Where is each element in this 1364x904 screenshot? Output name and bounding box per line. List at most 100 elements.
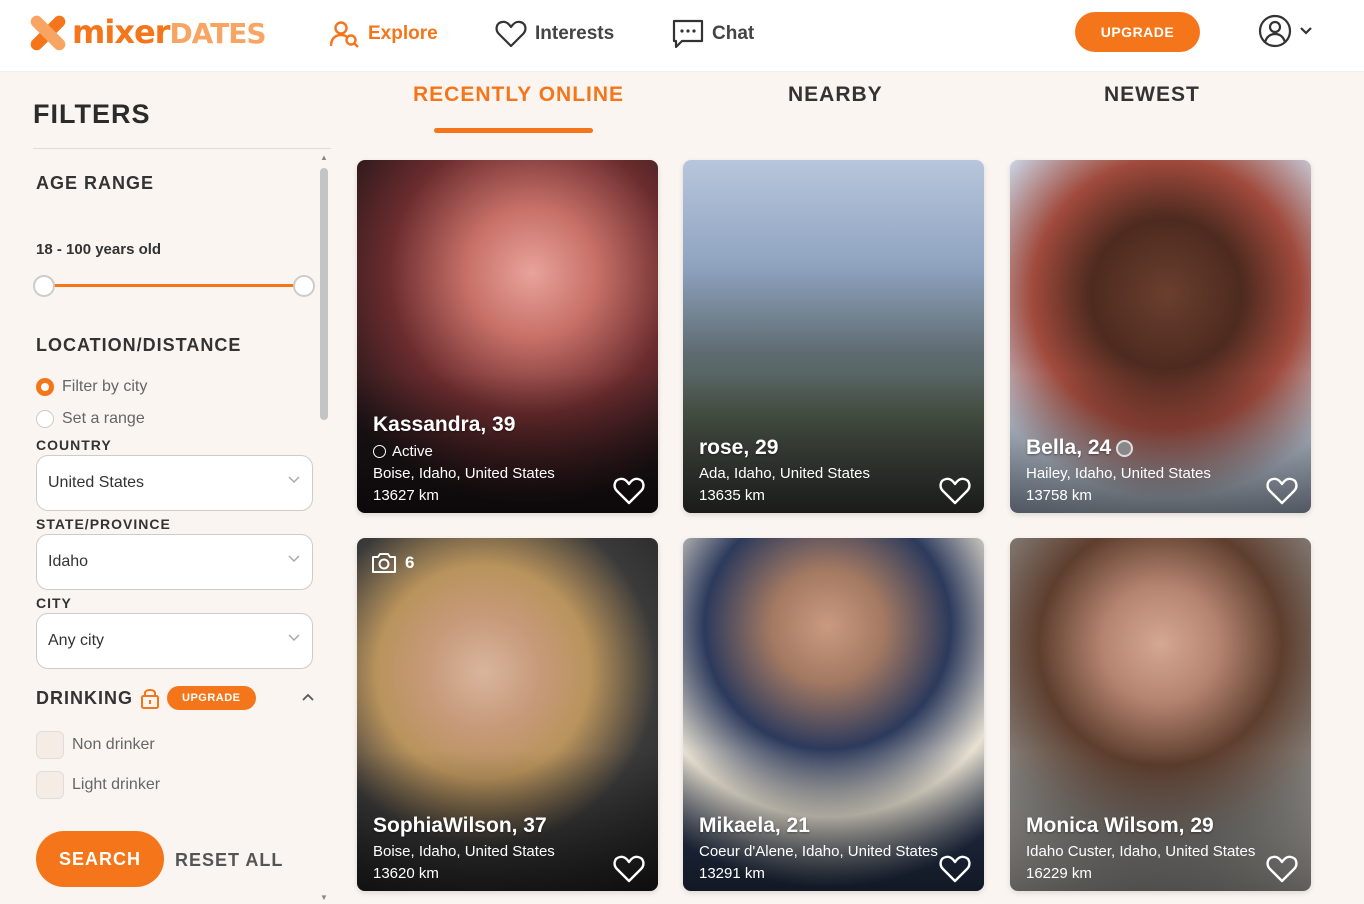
- profile-distance: 13291 km: [699, 865, 765, 882]
- profile-name: Mikaela, 21: [699, 814, 810, 837]
- city-label: CITY: [36, 595, 72, 611]
- nav-explore-label: Explore: [368, 23, 438, 44]
- chat-bubble-icon: [672, 19, 704, 49]
- like-heart-icon[interactable]: [939, 855, 971, 883]
- radio-set-range[interactable]: Set a range: [36, 410, 145, 428]
- radio-set-range-label: Set a range: [62, 410, 145, 427]
- heart-outline-icon: [495, 20, 527, 48]
- explore-user-search-icon: [330, 21, 359, 48]
- divider: [33, 148, 331, 149]
- tab-newest[interactable]: NEWEST: [1104, 83, 1200, 107]
- profile-location: Coeur d'Alene, Idaho, United States: [699, 843, 938, 860]
- chevron-up-icon[interactable]: [302, 693, 314, 701]
- upgrade-button[interactable]: UPGRADE: [1075, 12, 1200, 52]
- profile-name: Bella, 24: [1026, 436, 1134, 460]
- reset-all-button[interactable]: RESET ALL: [175, 850, 283, 871]
- checkbox-box: [36, 731, 64, 759]
- chevron-down-icon: [1300, 27, 1312, 35]
- checkbox-box: [36, 771, 64, 799]
- camera-icon: [372, 553, 396, 573]
- brand-logo[interactable]: mixerDATES: [30, 12, 267, 54]
- chevron-down-icon: [288, 555, 300, 563]
- lock-icon: [141, 689, 159, 709]
- logo-x-icon: [30, 13, 66, 53]
- chevron-down-icon: [288, 476, 300, 484]
- nav-interests[interactable]: Interests: [495, 14, 614, 54]
- profile-card[interactable]: 6 SophiaWilson, 37 Boise, Idaho, United …: [357, 538, 658, 891]
- like-heart-icon[interactable]: [613, 477, 645, 505]
- age-slider-max-handle[interactable]: [293, 275, 315, 297]
- scroll-down-arrow-icon[interactable]: ▼: [320, 893, 328, 902]
- profile-card[interactable]: Bella, 24 Hailey, Idaho, United States 1…: [1010, 160, 1311, 513]
- age-range-value: 18 - 100 years old: [36, 241, 162, 258]
- like-heart-icon[interactable]: [1266, 855, 1298, 883]
- profile-location: Hailey, Idaho, United States: [1026, 465, 1211, 482]
- country-select[interactable]: United States: [36, 455, 313, 511]
- account-menu[interactable]: [1258, 14, 1314, 48]
- profile-distance: 13758 km: [1026, 487, 1092, 504]
- profile-name: rose, 29: [699, 436, 779, 459]
- logo-text: mixerDATES: [72, 13, 267, 51]
- profile-distance: 16229 km: [1026, 865, 1092, 882]
- state-select[interactable]: Idaho: [36, 534, 313, 590]
- country-select-value: United States: [48, 474, 145, 491]
- user-avatar-icon: [1258, 14, 1292, 48]
- state-select-value: Idaho: [48, 553, 89, 570]
- active-tab-indicator: [434, 128, 593, 133]
- nav-chat[interactable]: Chat: [672, 14, 754, 54]
- tab-recently-online[interactable]: RECENTLY ONLINE: [413, 83, 624, 107]
- age-slider-min-handle[interactable]: [33, 275, 55, 297]
- checkbox-light-drinker-label: Light drinker: [72, 776, 161, 793]
- country-label: COUNTRY: [36, 437, 112, 453]
- profile-location: Boise, Idaho, United States: [373, 465, 555, 482]
- state-label: STATE/PROVINCE: [36, 516, 171, 532]
- profile-name: Monica Wilsom, 29: [1026, 814, 1214, 837]
- profile-location: Idaho Custer, Idaho, United States: [1026, 843, 1256, 860]
- like-heart-icon[interactable]: [1266, 477, 1298, 505]
- scroll-up-arrow-icon[interactable]: ▲: [320, 153, 328, 162]
- profile-location: Boise, Idaho, United States: [373, 843, 555, 860]
- profile-location: Ada, Idaho, United States: [699, 465, 870, 482]
- profile-card[interactable]: rose, 29 Ada, Idaho, United States 13635…: [683, 160, 984, 513]
- radio-selected-icon: [36, 378, 54, 396]
- nav-chat-label: Chat: [712, 23, 755, 44]
- verified-badge-icon: [1116, 439, 1134, 457]
- online-status: Active: [373, 443, 433, 460]
- chevron-down-icon: [288, 634, 300, 642]
- like-heart-icon[interactable]: [613, 855, 645, 883]
- photo-count: 6: [371, 552, 414, 574]
- checkbox-non-drinker-label: Non drinker: [72, 736, 155, 753]
- drinking-header: DRINKING UPGRADE: [36, 686, 256, 710]
- profile-card[interactable]: Kassandra, 39 Active Boise, Idaho, Unite…: [357, 160, 658, 513]
- radio-unselected-icon: [36, 410, 54, 428]
- radio-filter-by-city-label: Filter by city: [62, 378, 148, 395]
- filters-title: FILTERS: [33, 99, 151, 129]
- like-heart-icon[interactable]: [939, 477, 971, 505]
- profile-card[interactable]: Mikaela, 21 Coeur d'Alene, Idaho, United…: [683, 538, 984, 891]
- tab-nearby[interactable]: NEARBY: [788, 83, 883, 107]
- filters-sidebar: FILTERS ▲ ▼ AGE RANGE 18 - 100 years old…: [0, 73, 335, 904]
- checkbox-non-drinker[interactable]: Non drinker: [36, 731, 155, 759]
- nav-explore[interactable]: Explore: [330, 14, 438, 54]
- scrollbar-thumb[interactable]: [320, 168, 328, 420]
- top-header: mixerDATES Explore Interests Chat UPGRAD…: [0, 0, 1364, 72]
- profile-card[interactable]: Monica Wilsom, 29 Idaho Custer, Idaho, U…: [1010, 538, 1311, 891]
- status-ring-icon: [373, 445, 386, 458]
- profile-distance: 13627 km: [373, 487, 439, 504]
- profile-distance: 13635 km: [699, 487, 765, 504]
- drinking-upgrade-button[interactable]: UPGRADE: [167, 686, 256, 710]
- search-button[interactable]: SEARCH: [36, 831, 164, 887]
- age-slider-track[interactable]: [44, 284, 304, 287]
- profile-name: Kassandra, 39: [373, 413, 516, 436]
- location-title: LOCATION/DISTANCE: [36, 335, 242, 355]
- profile-name: SophiaWilson, 37: [373, 814, 547, 837]
- photo-count-value: 6: [405, 553, 415, 572]
- checkbox-light-drinker[interactable]: Light drinker: [36, 771, 160, 799]
- age-range-title: AGE RANGE: [36, 173, 155, 193]
- radio-filter-by-city[interactable]: Filter by city: [36, 378, 147, 396]
- city-select[interactable]: Any city: [36, 613, 313, 669]
- nav-interests-label: Interests: [535, 23, 615, 44]
- city-select-value: Any city: [48, 632, 105, 649]
- drinking-title: DRINKING: [36, 687, 133, 708]
- status-label: Active: [392, 443, 433, 460]
